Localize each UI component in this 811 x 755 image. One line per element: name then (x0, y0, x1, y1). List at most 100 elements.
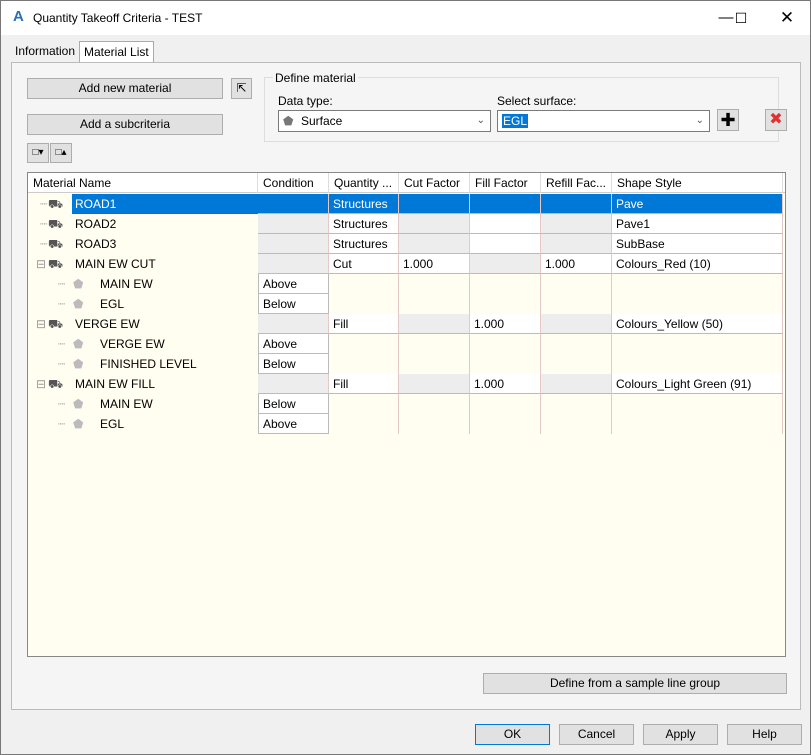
add-subcriteria-button[interactable]: Add a subcriteria (27, 114, 223, 135)
close-button[interactable]: ✕ (772, 7, 802, 29)
table-row[interactable]: ┈ ⬟ EGL Above (28, 414, 783, 434)
table-row[interactable]: ┈ ⬟ MAIN EW Above (28, 274, 783, 294)
shape-cell[interactable]: Colours_Light Green (91) (612, 374, 783, 394)
name-cell[interactable]: ┈ ⬟ MAIN EW (28, 274, 258, 294)
condition-cell[interactable] (258, 214, 329, 234)
fill-cell[interactable] (470, 214, 541, 234)
refill-cell[interactable]: 1.000 (541, 254, 612, 274)
condition-cell[interactable]: Above (258, 274, 329, 294)
name-cell[interactable]: ┈ ⬟ EGL (28, 414, 258, 434)
condition-cell[interactable]: Below (258, 354, 329, 374)
table-row[interactable]: ⊟ ⛟ MAIN EW CUT Cut 1.000 1.000 Colours_Red (1… (28, 254, 783, 274)
fill-cell[interactable]: 1.000 (470, 374, 541, 394)
empty-cell (329, 354, 399, 374)
condition-cell[interactable] (258, 314, 329, 334)
cut-cell[interactable] (399, 214, 470, 234)
refill-cell[interactable] (541, 374, 612, 394)
name-cell[interactable]: ┈ ⬟ FINISHED LEVEL (28, 354, 258, 374)
fill-cell[interactable] (470, 194, 541, 214)
condition-cell[interactable] (258, 374, 329, 394)
material-name: VERGE EW (75, 317, 140, 331)
collapse-toggle-icon[interactable]: ⊟ (36, 314, 46, 334)
condition-cell[interactable]: Above (258, 414, 329, 434)
table-row[interactable]: ┈ ⬟ MAIN EW Below (28, 394, 783, 414)
table-header: Material Name Condition Quantity ... Cut Fa… (28, 173, 785, 193)
select-surface-dropdown[interactable]: EGL ⌄ (497, 110, 710, 132)
fill-cell[interactable]: 1.000 (470, 314, 541, 334)
condition-cell[interactable] (258, 234, 329, 254)
quantity-cell[interactable]: Structures (329, 214, 399, 234)
table-row[interactable]: ⊟ ⛟ MAIN EW FILL Fill 1.000 Colours_Light Gre… (28, 374, 783, 394)
table-row[interactable]: ⊟ ⛟ VERGE EW Fill 1.000 Colours_Yellow (50) (28, 314, 783, 334)
refill-cell[interactable] (541, 194, 612, 214)
name-cell[interactable]: ┈ ⛟ ROAD2 (28, 214, 258, 234)
cut-cell[interactable]: 1.000 (399, 254, 470, 274)
title-bar: A Quantity Takeoff Criteria - TEST — ☐ ✕ (1, 1, 810, 35)
help-button[interactable]: Help (727, 724, 802, 745)
condition-cell[interactable]: Above (258, 334, 329, 354)
quantity-cell[interactable]: Fill (329, 314, 399, 334)
name-cell[interactable]: ┈ ⬟ EGL (28, 294, 258, 314)
table-row[interactable]: ┈ ⛟ ROAD2 Structures Pave1 (28, 214, 783, 234)
cut-cell[interactable] (399, 234, 470, 254)
column-header-quantity[interactable]: Quantity ... (329, 173, 399, 193)
quantity-cell[interactable]: Cut (329, 254, 399, 274)
column-header-refill[interactable]: Refill Fac... (541, 173, 612, 193)
refill-cell[interactable] (541, 314, 612, 334)
shape-cell[interactable]: Colours_Yellow (50) (612, 314, 783, 334)
condition-cell[interactable] (258, 194, 329, 214)
column-header-condition[interactable]: Condition (258, 173, 329, 193)
name-cell[interactable]: ⊟ ⛟ MAIN EW CUT (28, 254, 258, 274)
cut-cell[interactable] (399, 314, 470, 334)
refill-cell[interactable] (541, 214, 612, 234)
pick-from-drawing-icon[interactable]: ⇱ (231, 78, 252, 99)
ok-button[interactable]: OK (475, 724, 550, 745)
column-header-cut[interactable]: Cut Factor (399, 173, 470, 193)
table-row[interactable]: ┈ ⬟ FINISHED LEVEL Below (28, 354, 783, 374)
tab-material-list[interactable]: Material List (79, 41, 154, 63)
table-row[interactable]: ┈ ⬟ EGL Below (28, 294, 783, 314)
column-header-fill[interactable]: Fill Factor (470, 173, 541, 193)
shape-cell[interactable]: Colours_Red (10) (612, 254, 783, 274)
cut-cell[interactable] (399, 194, 470, 214)
fill-cell[interactable] (470, 234, 541, 254)
quantity-cell[interactable]: Structures (329, 234, 399, 254)
condition-cell[interactable]: Below (258, 394, 329, 414)
define-from-sample-line-group-button[interactable]: Define from a sample line group (483, 673, 787, 694)
shape-cell[interactable]: Pave1 (612, 214, 783, 234)
condition-cell[interactable]: Below (258, 294, 329, 314)
collapse-toggle-icon[interactable]: ⊟ (36, 254, 46, 274)
empty-cell (612, 354, 783, 374)
name-cell[interactable]: ⊟ ⛟ VERGE EW (28, 314, 258, 334)
refill-cell[interactable] (541, 234, 612, 254)
table-row[interactable]: ┈ ⛟ ROAD3 Structures SubBase (28, 234, 783, 254)
apply-button[interactable]: Apply (643, 724, 718, 745)
condition-cell[interactable] (258, 254, 329, 274)
quantity-cell[interactable]: Fill (329, 374, 399, 394)
material-name: ROAD3 (75, 237, 117, 251)
maximize-button[interactable]: ☐ (726, 7, 756, 29)
name-cell[interactable]: ┈ ⛟ ROAD3 (28, 234, 258, 254)
name-cell[interactable]: ┈ ⬟ VERGE EW (28, 334, 258, 354)
shape-cell[interactable]: Pave (612, 194, 783, 214)
cut-cell[interactable] (399, 374, 470, 394)
shape-cell[interactable]: SubBase (612, 234, 783, 254)
collapse-all-icon[interactable]: □▴ (50, 143, 72, 163)
fill-cell[interactable] (470, 254, 541, 274)
name-cell[interactable]: ┈ ⬟ MAIN EW (28, 394, 258, 414)
data-type-dropdown[interactable]: ⬟ Surface ⌄ (278, 110, 491, 132)
expand-all-icon[interactable]: □▾ (27, 143, 49, 163)
name-cell[interactable]: ┈ ⛟ ROAD1 (28, 194, 258, 214)
delete-icon[interactable]: ✖ (765, 109, 787, 131)
column-header-shape[interactable]: Shape Style (612, 173, 783, 193)
add-new-material-button[interactable]: Add new material (27, 78, 223, 99)
tab-information[interactable]: Information (11, 41, 79, 62)
name-cell[interactable]: ⊟ ⛟ MAIN EW FILL (28, 374, 258, 394)
table-row[interactable]: ┈ ⛟ ROAD1 Structures Pave (28, 194, 783, 214)
add-surface-button[interactable]: ✚ (717, 109, 739, 131)
collapse-toggle-icon[interactable]: ⊟ (36, 374, 46, 394)
quantity-cell[interactable]: Structures (329, 194, 399, 214)
cancel-button[interactable]: Cancel (559, 724, 634, 745)
column-header-name[interactable]: Material Name (28, 173, 258, 193)
table-row[interactable]: ┈ ⬟ VERGE EW Above (28, 334, 783, 354)
